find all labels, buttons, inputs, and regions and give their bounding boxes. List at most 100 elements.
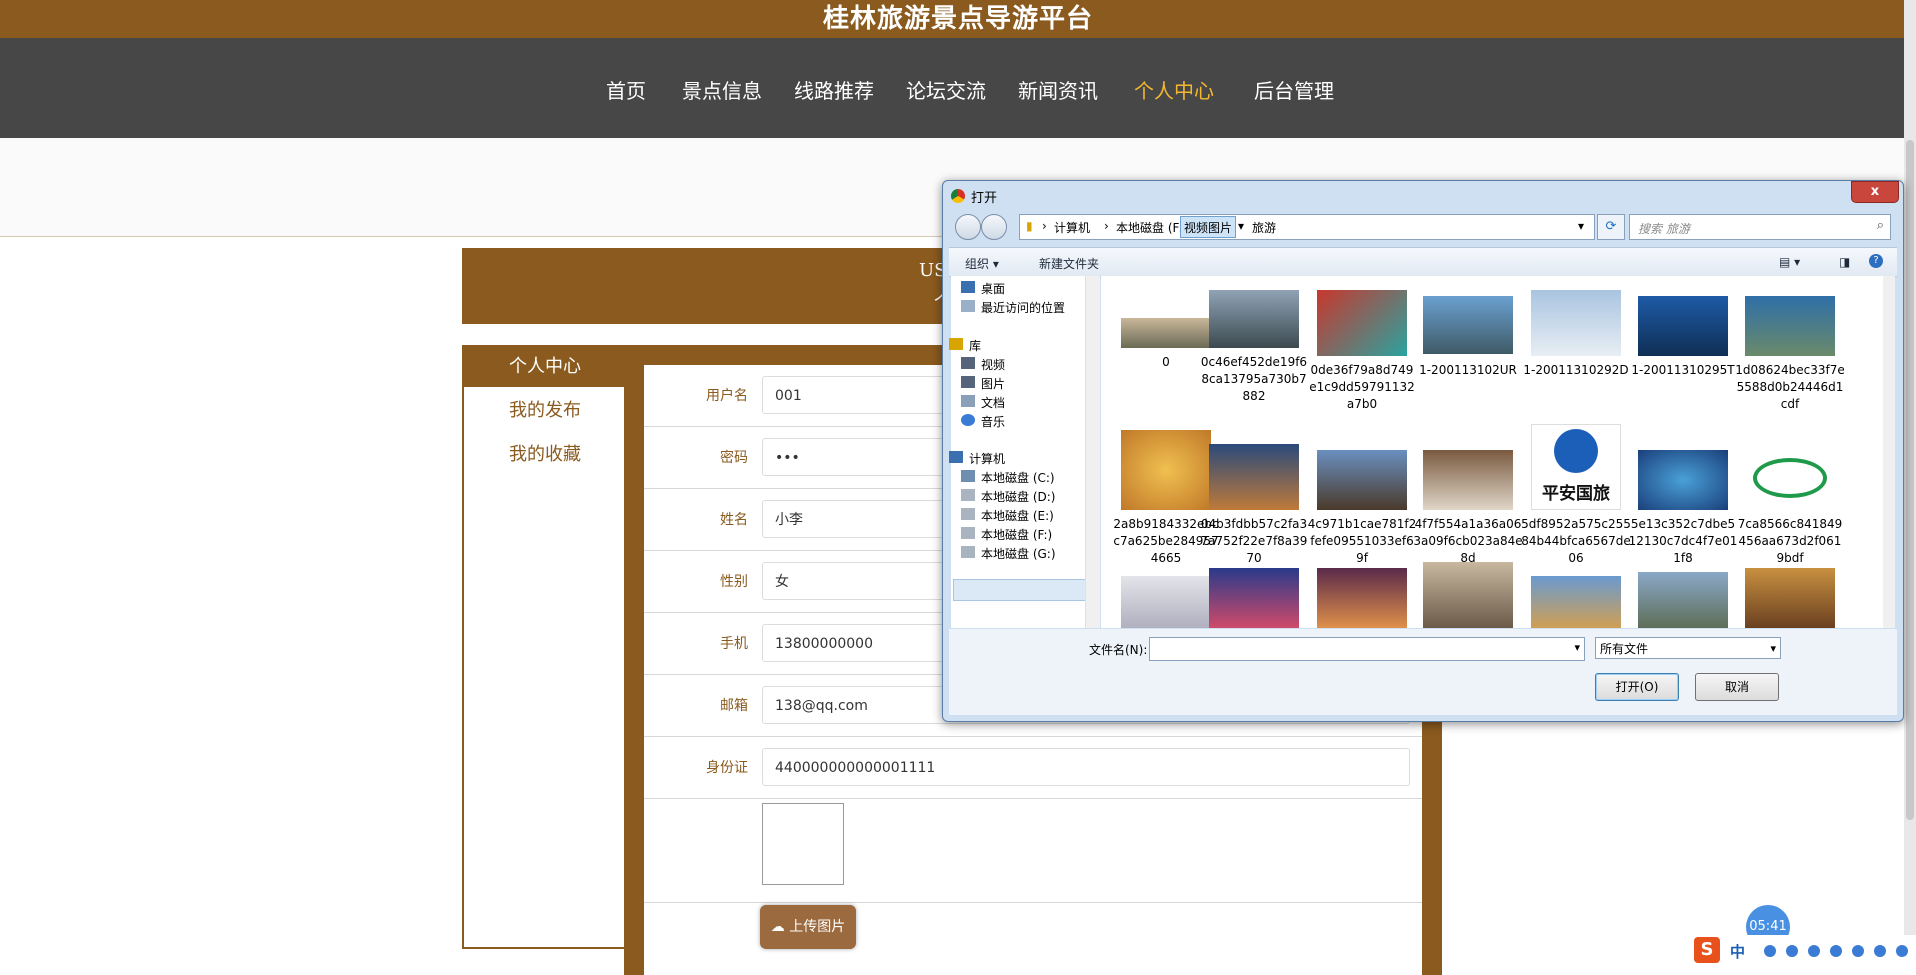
upload-image-button[interactable]: ☁ 上传图片 — [760, 905, 856, 949]
breadcrumb-computer[interactable]: 计算机 — [1054, 219, 1090, 236]
navigation-tree: 桌面 最近访问的位置 库 视频 图片 文档 音乐 计算机 本地磁盘 (C:) 本… — [949, 276, 1100, 628]
cancel-button[interactable]: 取消 — [1695, 673, 1779, 701]
new-folder-button[interactable]: 新建文件夹 — [1039, 255, 1099, 272]
filename-label: 文件名(N): — [1089, 643, 1148, 657]
image-thumbnail — [1745, 450, 1835, 510]
dialog-footer: 文件名(N): ▾ 所有文件 ▾ 打开(O) 取消 — [949, 629, 1897, 715]
tree-computer[interactable]: 计算机 — [949, 450, 1005, 467]
page-scrollbar-track[interactable] — [1904, 0, 1916, 966]
drive-icon — [961, 527, 975, 539]
computer-icon — [949, 451, 963, 463]
tree-drive-e[interactable]: 本地磁盘 (E:) — [961, 507, 1054, 524]
emoji-icon[interactable] — [1786, 945, 1798, 957]
file-name: 5df8952a575c25584b44bfca6567de06 — [1521, 517, 1631, 565]
address-dropdown-icon[interactable]: ▾ — [1578, 219, 1584, 233]
grid-icon[interactable] — [1896, 945, 1908, 957]
file-item[interactable]: 0de36f79a8d749e1c9dd59791132a7b0 — [1307, 282, 1415, 432]
dialog-close-button[interactable]: x — [1851, 181, 1899, 203]
keyboard-icon[interactable] — [1830, 945, 1842, 957]
breadcrumb-video-pictures[interactable]: 视频图片 — [1184, 219, 1232, 236]
image-thumbnail[interactable] — [1531, 576, 1621, 628]
view-options-icon[interactable]: ▤ ▾ — [1779, 255, 1800, 269]
address-bar[interactable]: ▮ › 计算机 › 本地磁盘 (F:) 视频图片 ▾ 旅游 ▾ — [1019, 214, 1595, 240]
search-box[interactable]: 搜索 旅游 ⌕ — [1629, 214, 1891, 240]
file-item[interactable]: 平安国旅 5df8952a575c25584b44bfca6567de06 — [1521, 424, 1631, 574]
image-thumbnail[interactable] — [1209, 568, 1299, 628]
file-item[interactable]: 1-20011310295T — [1628, 282, 1735, 432]
nav-news[interactable]: 新闻资讯 — [1018, 75, 1098, 104]
file-item[interactable]: 4c971b1cae781f2fefe09551033ef69f — [1307, 430, 1416, 580]
organize-menu[interactable]: 组织 ▾ — [965, 255, 999, 272]
file-item[interactable]: 4f7f554a1a36a063a09f6cb023a84e8d — [1413, 430, 1523, 580]
image-thumbnail[interactable] — [1638, 572, 1728, 628]
tree-scrollbar[interactable] — [1085, 276, 1100, 628]
file-item[interactable]: 5e13c352c7dbe512130c7dc4f7e011f8 — [1628, 430, 1737, 580]
picture-icon — [961, 376, 975, 388]
image-thumbnail[interactable] — [1745, 568, 1835, 628]
system-tray: S 中 — [1694, 935, 1916, 966]
tree-drive-d[interactable]: 本地磁盘 (D:) — [961, 488, 1055, 505]
page-scrollbar-thumb[interactable] — [1906, 140, 1914, 820]
drive-icon — [961, 546, 975, 558]
image-thumbnail[interactable] — [1121, 576, 1211, 628]
forward-button[interactable] — [981, 214, 1007, 240]
nav-attractions[interactable]: 景点信息 — [682, 75, 762, 104]
image-thumbnail — [1121, 318, 1211, 348]
image-thumbnail — [1638, 296, 1728, 356]
file-item[interactable]: 04b3fdbb57c2fa37a752f22e7f8a3970 — [1199, 430, 1307, 580]
nav-forum[interactable]: 论坛交流 — [906, 75, 986, 104]
file-name: 1d08624bec33f7e5588d0b24446d1cdf — [1735, 363, 1845, 411]
tree-pictures[interactable]: 图片 — [961, 375, 1005, 392]
tree-libraries[interactable]: 库 — [949, 337, 981, 354]
user-icon[interactable] — [1852, 945, 1864, 957]
breadcrumb-drive-f[interactable]: 本地磁盘 (F:) — [1116, 219, 1187, 236]
refresh-button[interactable]: ⟳ — [1597, 214, 1625, 240]
file-item[interactable]: 1-200113102UR — [1413, 282, 1517, 432]
tree-selection-highlight — [953, 579, 1087, 601]
tree-music[interactable]: 音乐 — [961, 413, 1005, 430]
tree-documents[interactable]: 文档 — [961, 394, 1005, 411]
nav-home[interactable]: 首页 — [606, 75, 646, 104]
tree-desktop[interactable]: 桌面 — [961, 280, 1005, 297]
file-item[interactable]: 0c46ef452de19f68ca13795a730b7882 — [1199, 282, 1307, 432]
nav-routes[interactable]: 线路推荐 — [794, 75, 874, 104]
idcard-input[interactable]: 440000000000001111 — [762, 748, 1410, 786]
chevron-down-icon[interactable]: ▾ — [1238, 219, 1244, 233]
tree-drive-g[interactable]: 本地磁盘 (G:) — [961, 545, 1056, 562]
sidebar-item-my-favorites[interactable]: 我的收藏 — [464, 433, 626, 477]
file-item[interactable]: 2a8b9184332ebcc7a625be2849574665 — [1111, 430, 1219, 580]
ime-mode-indicator[interactable]: 中 — [1730, 941, 1745, 962]
filename-input[interactable]: ▾ — [1149, 637, 1585, 661]
help-icon[interactable]: ? — [1869, 254, 1883, 268]
nav-admin[interactable]: 后台管理 — [1254, 75, 1334, 104]
file-item[interactable]: 1-20011310292D — [1521, 282, 1629, 432]
tree-drive-f[interactable]: 本地磁盘 (F:) — [961, 526, 1052, 543]
preview-pane-icon[interactable]: ◨ — [1839, 255, 1850, 269]
tree-videos[interactable]: 视频 — [961, 356, 1005, 373]
file-item[interactable]: 7ca8566c841849456aa673d2f0619bdf — [1735, 430, 1842, 580]
shirt-icon[interactable] — [1874, 945, 1886, 957]
sidebar-item-my-posts[interactable]: 我的发布 — [464, 389, 626, 433]
tree-drive-c[interactable]: 本地磁盘 (C:) — [961, 469, 1055, 486]
search-icon: ⌕ — [1876, 218, 1884, 233]
sidebar-item-profile[interactable]: 个人中心 — [464, 347, 626, 387]
file-item[interactable]: 1d08624bec33f7e5588d0b24446d1cdf — [1735, 282, 1845, 432]
chevron-down-icon[interactable]: ▾ — [1574, 641, 1580, 654]
open-button[interactable]: 打开(O) — [1595, 673, 1679, 701]
tree-recent[interactable]: 最近访问的位置 — [961, 299, 1065, 316]
breadcrumb-travel[interactable]: 旅游 — [1252, 219, 1276, 236]
avatar-image-placeholder — [762, 803, 844, 885]
filetype-select[interactable]: 所有文件 ▾ — [1595, 637, 1781, 659]
back-button[interactable] — [955, 214, 981, 240]
file-grid-scrollbar[interactable] — [1883, 276, 1895, 628]
file-name: 0de36f79a8d749e1c9dd59791132a7b0 — [1309, 363, 1415, 411]
upload-image-label: 上传图片 — [789, 919, 846, 935]
nav-profile[interactable]: 个人中心 — [1134, 75, 1214, 104]
image-thumbnail — [1423, 450, 1513, 510]
image-thumbnail[interactable] — [1423, 562, 1513, 628]
microphone-icon[interactable] — [1808, 945, 1820, 957]
file-item[interactable]: 0 — [1111, 282, 1211, 432]
sogou-ime-icon[interactable]: S — [1694, 937, 1720, 963]
image-thumbnail[interactable] — [1317, 568, 1407, 628]
punctuation-icon[interactable] — [1764, 945, 1776, 957]
